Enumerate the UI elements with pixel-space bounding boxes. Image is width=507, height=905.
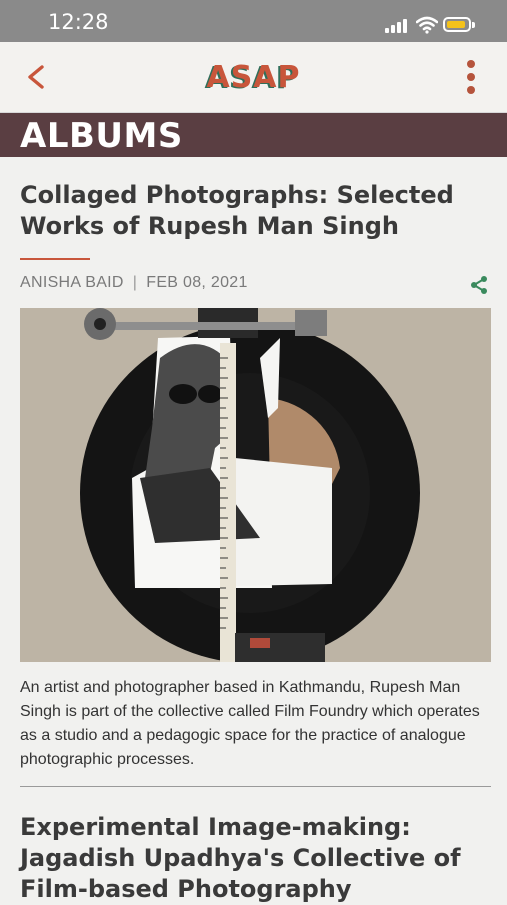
battery-icon — [443, 17, 471, 32]
section-title: ALBUMS — [20, 116, 183, 156]
wifi-icon — [416, 16, 438, 34]
app-header: ASAP — [0, 42, 507, 113]
collage-illustration — [20, 308, 491, 662]
article-divider — [20, 786, 491, 787]
app-logo[interactable]: ASAP — [0, 60, 507, 95]
section-header: ALBUMS — [0, 113, 507, 157]
cellular-signal-icon — [385, 19, 409, 33]
article-byline: ANISHA BAID | FEB 08, 2021 — [20, 274, 248, 292]
status-bar: 12:28 — [0, 0, 507, 42]
article-photo[interactable] — [20, 308, 491, 662]
author-name[interactable]: ANISHA BAID — [20, 274, 124, 291]
share-icon[interactable] — [469, 275, 489, 295]
article-title[interactable]: Experimental Image-making: Jagadish Upad… — [20, 812, 470, 905]
publish-date: FEB 08, 2021 — [146, 274, 248, 291]
byline-separator: | — [132, 274, 138, 291]
battery-nub — [472, 22, 475, 28]
status-time: 12:28 — [48, 10, 109, 34]
title-divider — [20, 258, 90, 260]
article-title[interactable]: Collaged Photographs: Selected Works of … — [20, 180, 470, 242]
more-vertical-icon[interactable] — [460, 60, 482, 96]
article-excerpt: An artist and photographer based in Kath… — [20, 679, 480, 768]
